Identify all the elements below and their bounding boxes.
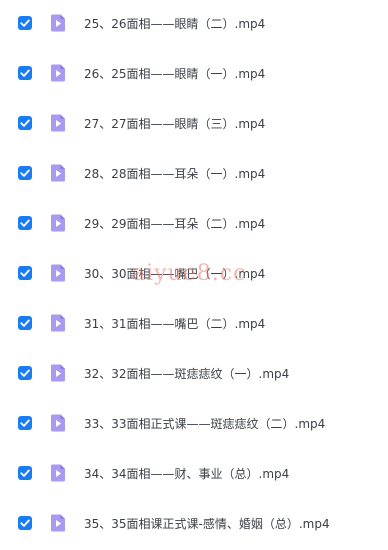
file-name[interactable]: 25、26面相——眼睛（二）.mp4: [84, 16, 265, 32]
file-row[interactable]: 30、30面相——嘴巴（一）.mp4: [0, 250, 388, 300]
file-row[interactable]: 25、26面相——眼睛（二）.mp4: [0, 0, 388, 50]
file-row[interactable]: 32、32面相——斑痣痣纹（一）.mp4: [0, 350, 388, 400]
file-row[interactable]: 35、35面相课正式课-感情、婚姻（总）.mp4: [0, 500, 388, 550]
video-file-icon: [48, 313, 68, 333]
file-name[interactable]: 32、32面相——斑痣痣纹（一）.mp4: [84, 366, 289, 382]
file-checkbox[interactable]: [18, 16, 32, 30]
file-name[interactable]: 28、28面相——耳朵（一）.mp4: [84, 166, 265, 182]
video-file-icon: [48, 113, 68, 133]
file-name[interactable]: 26、25面相——眼睛（一）.mp4: [84, 66, 265, 82]
file-checkbox[interactable]: [18, 416, 32, 430]
video-file-icon: [48, 63, 68, 83]
file-name[interactable]: 35、35面相课正式课-感情、婚姻（总）.mp4: [84, 516, 330, 532]
file-row[interactable]: 28、28面相——耳朵（一）.mp4: [0, 150, 388, 200]
video-file-icon: [48, 13, 68, 33]
file-row[interactable]: 26、25面相——眼睛（一）.mp4: [0, 50, 388, 100]
file-checkbox[interactable]: [18, 316, 32, 330]
file-checkbox[interactable]: [18, 516, 32, 530]
file-list: 25、26面相——眼睛（二）.mp4 26、25面相——眼睛（一）.mp4 27、2…: [0, 0, 388, 544]
file-row[interactable]: 29、29面相——耳朵（二）.mp4: [0, 200, 388, 250]
file-row[interactable]: 27、27面相——眼睛（三）.mp4: [0, 100, 388, 150]
file-checkbox[interactable]: [18, 216, 32, 230]
file-row[interactable]: 34、34面相——财、事业（总）.mp4: [0, 450, 388, 500]
file-name[interactable]: 31、31面相——嘴巴（二）.mp4: [84, 316, 265, 332]
video-file-icon: [48, 213, 68, 233]
file-name[interactable]: 33、33面相正式课——斑痣痣纹（二）.mp4: [84, 416, 325, 432]
video-file-icon: [48, 413, 68, 433]
file-checkbox[interactable]: [18, 166, 32, 180]
video-file-icon: [48, 263, 68, 283]
file-name[interactable]: 27、27面相——眼睛（三）.mp4: [84, 116, 265, 132]
file-name[interactable]: 34、34面相——财、事业（总）.mp4: [84, 466, 289, 482]
file-checkbox[interactable]: [18, 66, 32, 80]
file-checkbox[interactable]: [18, 366, 32, 380]
file-row[interactable]: 31、31面相——嘴巴（二）.mp4: [0, 300, 388, 350]
file-checkbox[interactable]: [18, 116, 32, 130]
file-checkbox[interactable]: [18, 266, 32, 280]
file-checkbox[interactable]: [18, 466, 32, 480]
video-file-icon: [48, 363, 68, 383]
video-file-icon: [48, 513, 68, 533]
file-row[interactable]: 33、33面相正式课——斑痣痣纹（二）.mp4: [0, 400, 388, 450]
video-file-icon: [48, 463, 68, 483]
file-name[interactable]: 29、29面相——耳朵（二）.mp4: [84, 216, 265, 232]
video-file-icon: [48, 163, 68, 183]
file-name[interactable]: 30、30面相——嘴巴（一）.mp4: [84, 266, 265, 282]
